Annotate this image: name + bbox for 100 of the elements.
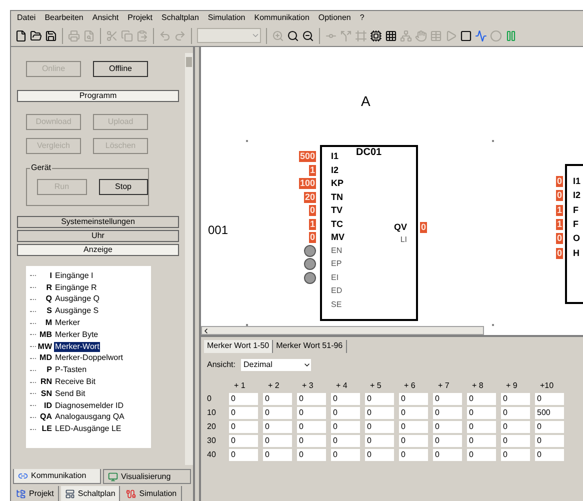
panel-button[interactable]: Offline [93, 61, 148, 77]
value-field[interactable]: 0 [331, 421, 360, 433]
scrollbar[interactable] [185, 53, 193, 465]
tree-item[interactable]: LED-Ausgänge LE [54, 424, 122, 434]
file-icon[interactable] [15, 30, 27, 42]
panel-button[interactable]: Stop [98, 179, 148, 195]
value-field[interactable]: 0 [297, 435, 326, 447]
value-field[interactable]: 0 [297, 449, 326, 461]
value-field[interactable]: 0 [263, 393, 292, 405]
view-tab[interactable]: Schaltplan [60, 486, 120, 501]
value-field[interactable]: 500 [535, 407, 564, 419]
value-field[interactable]: 0 [229, 449, 258, 461]
stop-icon[interactable] [460, 30, 472, 42]
menu-item[interactable]: Optionen [318, 12, 351, 24]
value-field[interactable]: 0 [399, 407, 428, 419]
value-field[interactable]: 0 [433, 407, 462, 419]
value-field[interactable]: 0 [501, 435, 530, 447]
column-header: + 7 [437, 380, 450, 391]
section-bar[interactable]: Programm [17, 90, 179, 102]
save-icon[interactable] [45, 30, 57, 42]
value-field[interactable]: 0 [263, 421, 292, 433]
value-field[interactable]: 0 [263, 435, 292, 447]
value-field[interactable]: 0 [433, 393, 462, 405]
value-field[interactable]: 0 [467, 407, 496, 419]
value-field[interactable]: 0 [365, 407, 394, 419]
side-tab[interactable]: Visualisierung [103, 469, 191, 484]
pause-icon[interactable] [505, 30, 517, 42]
tree-item[interactable]: Merker Byte [54, 330, 100, 340]
horizontal-scrollbar[interactable] [201, 326, 484, 335]
value-field[interactable]: 0 [297, 421, 326, 433]
function-block[interactable] [320, 145, 418, 321]
section-bar[interactable]: Uhr [17, 230, 179, 242]
tree-item[interactable]: Receive Bit [54, 377, 96, 388]
pin-label: SE [331, 298, 342, 310]
value-field[interactable]: 0 [229, 393, 258, 405]
value-field[interactable]: 0 [331, 449, 360, 461]
panel-tab[interactable]: Merker Wort 1-50 [204, 340, 274, 353]
value-field[interactable]: 0 [501, 407, 530, 419]
value-field[interactable]: 0 [501, 393, 530, 405]
tree-item[interactable]: Merker [54, 318, 81, 328]
value-field[interactable]: 0 [535, 421, 564, 433]
menu-item[interactable]: Ansicht [92, 12, 119, 24]
value-field[interactable]: 0 [535, 435, 564, 447]
tree-item[interactable]: Diagnosemelder ID [54, 400, 124, 411]
section-bar[interactable]: Systemeinstellungen [17, 216, 179, 228]
value-field[interactable]: 0 [501, 421, 530, 433]
value-field[interactable]: 0 [331, 393, 360, 405]
value-field[interactable]: 0 [399, 393, 428, 405]
value-field[interactable]: 0 [297, 407, 326, 419]
folder-icon[interactable] [30, 30, 42, 42]
column-header: + 4 [335, 380, 348, 391]
value-field[interactable]: 0 [433, 435, 462, 447]
value-field[interactable]: 0 [331, 407, 360, 419]
chip-icon[interactable] [370, 30, 382, 42]
menu-item[interactable]: ? [360, 12, 364, 24]
menu-item[interactable]: Datei [17, 12, 36, 24]
value-field[interactable]: 0 [331, 435, 360, 447]
value-field[interactable]: 0 [229, 407, 258, 419]
value-field[interactable]: 0 [467, 449, 496, 461]
value-field[interactable]: 0 [467, 435, 496, 447]
value-field[interactable]: 0 [399, 435, 428, 447]
value-field[interactable]: 0 [433, 421, 462, 433]
menu-item[interactable]: Bearbeiten [44, 12, 84, 24]
tree-item[interactable]: Send Bit [54, 388, 86, 399]
value-field[interactable]: 0 [229, 435, 258, 447]
tree-item[interactable]: Analogausgang QA [54, 412, 126, 422]
tree-item[interactable]: Ausgänge S [54, 306, 100, 316]
scroll-left-icon[interactable] [202, 326, 210, 334]
value-field[interactable]: 0 [535, 393, 564, 405]
tree-item[interactable]: P-Tasten [54, 365, 88, 376]
value-field[interactable]: 0 [467, 393, 496, 405]
value-field[interactable]: 0 [365, 449, 394, 461]
value-field[interactable]: 0 [399, 421, 428, 433]
tree-item[interactable]: Eingänge R [54, 282, 98, 293]
menu-item[interactable]: Projekt [128, 12, 153, 24]
value-field[interactable]: 0 [263, 449, 292, 461]
value-field[interactable]: 0 [365, 435, 394, 447]
zoom-icon[interactable] [287, 30, 299, 42]
tree-item[interactable]: Merker-Wort [54, 342, 100, 352]
tree-item[interactable]: Ausgänge Q [54, 294, 100, 304]
value-field[interactable]: 0 [365, 421, 394, 433]
menu-item[interactable]: Kommunikation [254, 12, 310, 24]
value-field[interactable]: 0 [229, 421, 258, 433]
zoom-out-icon[interactable] [302, 30, 314, 42]
value-field[interactable]: 0 [399, 449, 428, 461]
value-field[interactable]: 0 [467, 421, 496, 433]
menu-item[interactable]: Schaltplan [162, 12, 199, 24]
value-field[interactable]: 0 [263, 407, 292, 419]
tree-item[interactable]: Merker-Doppelwort [54, 353, 124, 364]
value-field[interactable]: 0 [535, 449, 564, 461]
value-field[interactable]: 0 [365, 393, 394, 405]
tree-item[interactable]: Eingänge I [54, 270, 94, 281]
side-tab[interactable]: Kommunikation [13, 469, 101, 484]
grid-icon[interactable] [385, 30, 397, 42]
value-field[interactable]: 0 [297, 393, 326, 405]
view-select[interactable]: Dezimal [241, 359, 312, 371]
value-field[interactable]: 0 [501, 449, 530, 461]
section-bar[interactable]: Anzeige [17, 244, 179, 256]
menu-item[interactable]: Simulation [208, 12, 246, 24]
value-field[interactable]: 0 [433, 449, 462, 461]
